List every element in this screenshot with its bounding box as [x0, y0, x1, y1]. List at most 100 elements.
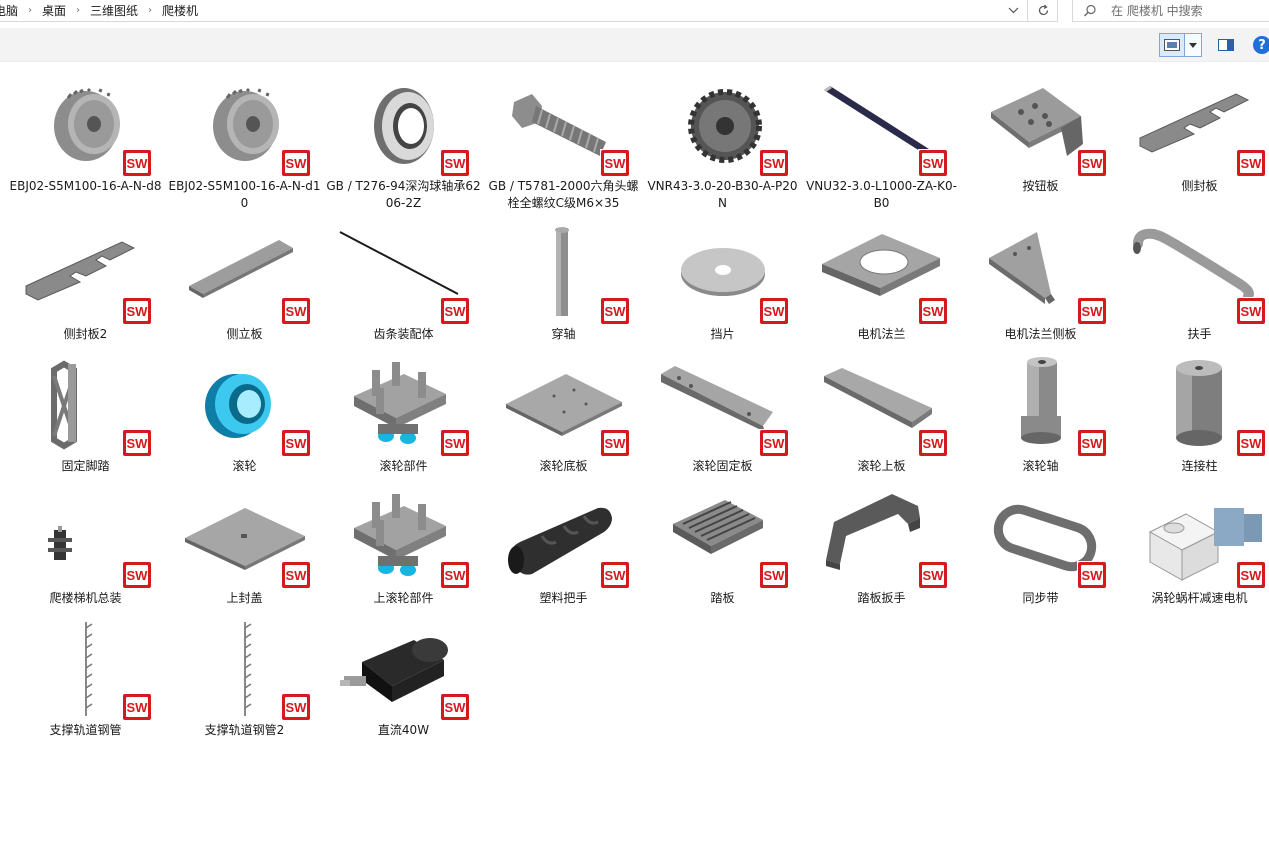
- file-name: VNR43-3.0-20-B30-A-P20N: [647, 179, 798, 210]
- svg-text:SW: SW: [286, 568, 308, 583]
- preview-pane-button[interactable]: [1215, 35, 1237, 55]
- file-item[interactable]: SW EBJ02-S5M100-16-A-N-d10: [165, 62, 324, 210]
- solidworks-badge-icon: SW: [1077, 429, 1107, 457]
- file-name: VNU32-3.0-L1000-ZA-K0-B0: [806, 179, 957, 210]
- file-name: 支撑轨道钢管2: [204, 723, 285, 737]
- file-item[interactable]: SW 侧封板: [1120, 62, 1269, 193]
- file-item[interactable]: SW 支撑轨道钢管: [6, 606, 165, 737]
- file-item[interactable]: SW VNR43-3.0-20-B30-A-P20N: [643, 62, 802, 210]
- file-item[interactable]: SW 齿条装配体: [324, 210, 483, 341]
- solidworks-badge-icon: SW: [440, 149, 470, 177]
- file-item[interactable]: SW 上封盖: [165, 474, 324, 605]
- breadcrumb-item[interactable]: 桌面: [42, 2, 66, 19]
- file-item[interactable]: SW GB / T276-94深沟球轴承6206-2Z: [324, 62, 483, 210]
- file-item[interactable]: SW VNU32-3.0-L1000-ZA-K0-B0: [802, 62, 961, 210]
- file-item[interactable]: SW 滚轮上板: [802, 342, 961, 473]
- svg-text:SW: SW: [1241, 568, 1263, 583]
- file-name: 滚轮固定板: [692, 459, 753, 473]
- file-item[interactable]: SW 支撑轨道钢管2: [165, 606, 324, 737]
- svg-text:SW: SW: [286, 304, 308, 319]
- file-name: 齿条装配体: [373, 327, 434, 341]
- triangle-down-icon: [1189, 42, 1197, 48]
- file-item[interactable]: SW 滚轮底板: [484, 342, 643, 473]
- solidworks-badge-icon: SW: [600, 297, 630, 325]
- file-item[interactable]: SW 电机法兰侧板: [961, 210, 1120, 341]
- file-item[interactable]: SW 扶手: [1120, 210, 1269, 341]
- file-item[interactable]: SW 电机法兰: [802, 210, 961, 341]
- svg-text:SW: SW: [445, 304, 467, 319]
- search-input[interactable]: [1111, 3, 1261, 18]
- solidworks-badge-icon: SW: [918, 297, 948, 325]
- file-item[interactable]: SW 踏板扳手: [802, 474, 961, 605]
- breadcrumb-item[interactable]: 爬楼机: [162, 2, 198, 19]
- chevron-right-icon: ›: [28, 5, 33, 16]
- file-name: 固定脚踏: [61, 459, 110, 473]
- svg-text:SW: SW: [127, 304, 149, 319]
- solidworks-badge-icon: SW: [281, 693, 311, 721]
- chevron-down-icon: [1008, 7, 1018, 14]
- file-item[interactable]: SW 侧封板2: [6, 210, 165, 341]
- file-item[interactable]: SW GB / T5781-2000六角头螺栓全螺纹C级M6×35: [484, 62, 643, 210]
- file-name: EBJ02-S5M100-16-A-N-d10: [168, 179, 321, 210]
- file-name: EBJ02-S5M100-16-A-N-d8: [9, 179, 162, 193]
- address-history-dropdown[interactable]: [1000, 0, 1026, 21]
- help-icon: ?: [1253, 36, 1269, 54]
- file-name: 侧封板2: [63, 327, 108, 341]
- file-item[interactable]: SW 踏板: [643, 474, 802, 605]
- help-button[interactable]: ?: [1252, 35, 1269, 55]
- breadcrumb-item[interactable]: 三维图纸: [90, 2, 138, 19]
- file-item[interactable]: SW 滚轮部件: [324, 342, 483, 473]
- solidworks-badge-icon: SW: [281, 561, 311, 589]
- solidworks-badge-icon: SW: [759, 561, 789, 589]
- solidworks-badge-icon: SW: [281, 297, 311, 325]
- solidworks-badge-icon: SW: [281, 429, 311, 457]
- file-name: 连接柱: [1181, 459, 1218, 473]
- file-item[interactable]: SW 涡轮蜗杆减速电机: [1120, 474, 1269, 605]
- file-name: 踏板: [710, 591, 735, 605]
- view-mode-dropdown[interactable]: [1185, 33, 1202, 57]
- large-icons-view-icon: [1164, 39, 1180, 51]
- solidworks-badge-icon: SW: [440, 693, 470, 721]
- file-name: 电机法兰侧板: [1004, 327, 1077, 341]
- view-mode-button[interactable]: [1159, 33, 1185, 57]
- solidworks-badge-icon: SW: [122, 297, 152, 325]
- svg-text:SW: SW: [923, 568, 945, 583]
- file-item[interactable]: SW 挡片: [643, 210, 802, 341]
- breadcrumb-item[interactable]: 电脑: [0, 2, 18, 19]
- file-item[interactable]: SW 上滚轮部件: [324, 474, 483, 605]
- solidworks-badge-icon: SW: [759, 149, 789, 177]
- svg-text:SW: SW: [1082, 156, 1104, 171]
- file-item[interactable]: SW 同步带: [961, 474, 1120, 605]
- file-item[interactable]: SW 直流40W: [324, 606, 483, 737]
- svg-text:SW: SW: [605, 436, 627, 451]
- file-item[interactable]: SW 连接柱: [1120, 342, 1269, 473]
- file-item[interactable]: SW EBJ02-S5M100-16-A-N-d8: [6, 62, 165, 193]
- svg-text:SW: SW: [1241, 304, 1263, 319]
- address-bar[interactable]: 电脑 › 桌面 › 三维图纸 › 爬楼机: [0, 0, 1058, 22]
- search-box[interactable]: [1072, 0, 1269, 22]
- file-grid: SW EBJ02-S5M100-16-A-N-d8 SW EBJ02-S5M100-1…: [0, 62, 1269, 841]
- solidworks-badge-icon: SW: [918, 149, 948, 177]
- solidworks-badge-icon: SW: [440, 297, 470, 325]
- file-item[interactable]: SW 塑料把手: [484, 474, 643, 605]
- refresh-button[interactable]: [1027, 0, 1058, 21]
- file-item[interactable]: SW 固定脚踏: [6, 342, 165, 473]
- solidworks-badge-icon: SW: [122, 149, 152, 177]
- svg-text:SW: SW: [605, 304, 627, 319]
- file-item[interactable]: SW 滚轮: [165, 342, 324, 473]
- refresh-icon: [1038, 4, 1048, 16]
- file-name: 电机法兰: [857, 327, 906, 341]
- svg-text:SW: SW: [445, 568, 467, 583]
- svg-text:SW: SW: [127, 700, 149, 715]
- solidworks-badge-icon: SW: [1077, 297, 1107, 325]
- file-item[interactable]: SW 按钮板: [961, 62, 1120, 193]
- file-name: 上滚轮部件: [373, 591, 434, 605]
- solidworks-badge-icon: SW: [600, 149, 630, 177]
- file-name: 涡轮蜗杆减速电机: [1151, 591, 1248, 605]
- file-item[interactable]: SW 滚轮轴: [961, 342, 1120, 473]
- file-item[interactable]: SW 滚轮固定板: [643, 342, 802, 473]
- file-item[interactable]: SW 穿轴: [484, 210, 643, 341]
- file-item[interactable]: SW 爬楼梯机总装: [6, 474, 165, 605]
- file-item[interactable]: SW 侧立板: [165, 210, 324, 341]
- file-name: GB / T5781-2000六角头螺栓全螺纹C级M6×35: [488, 179, 639, 210]
